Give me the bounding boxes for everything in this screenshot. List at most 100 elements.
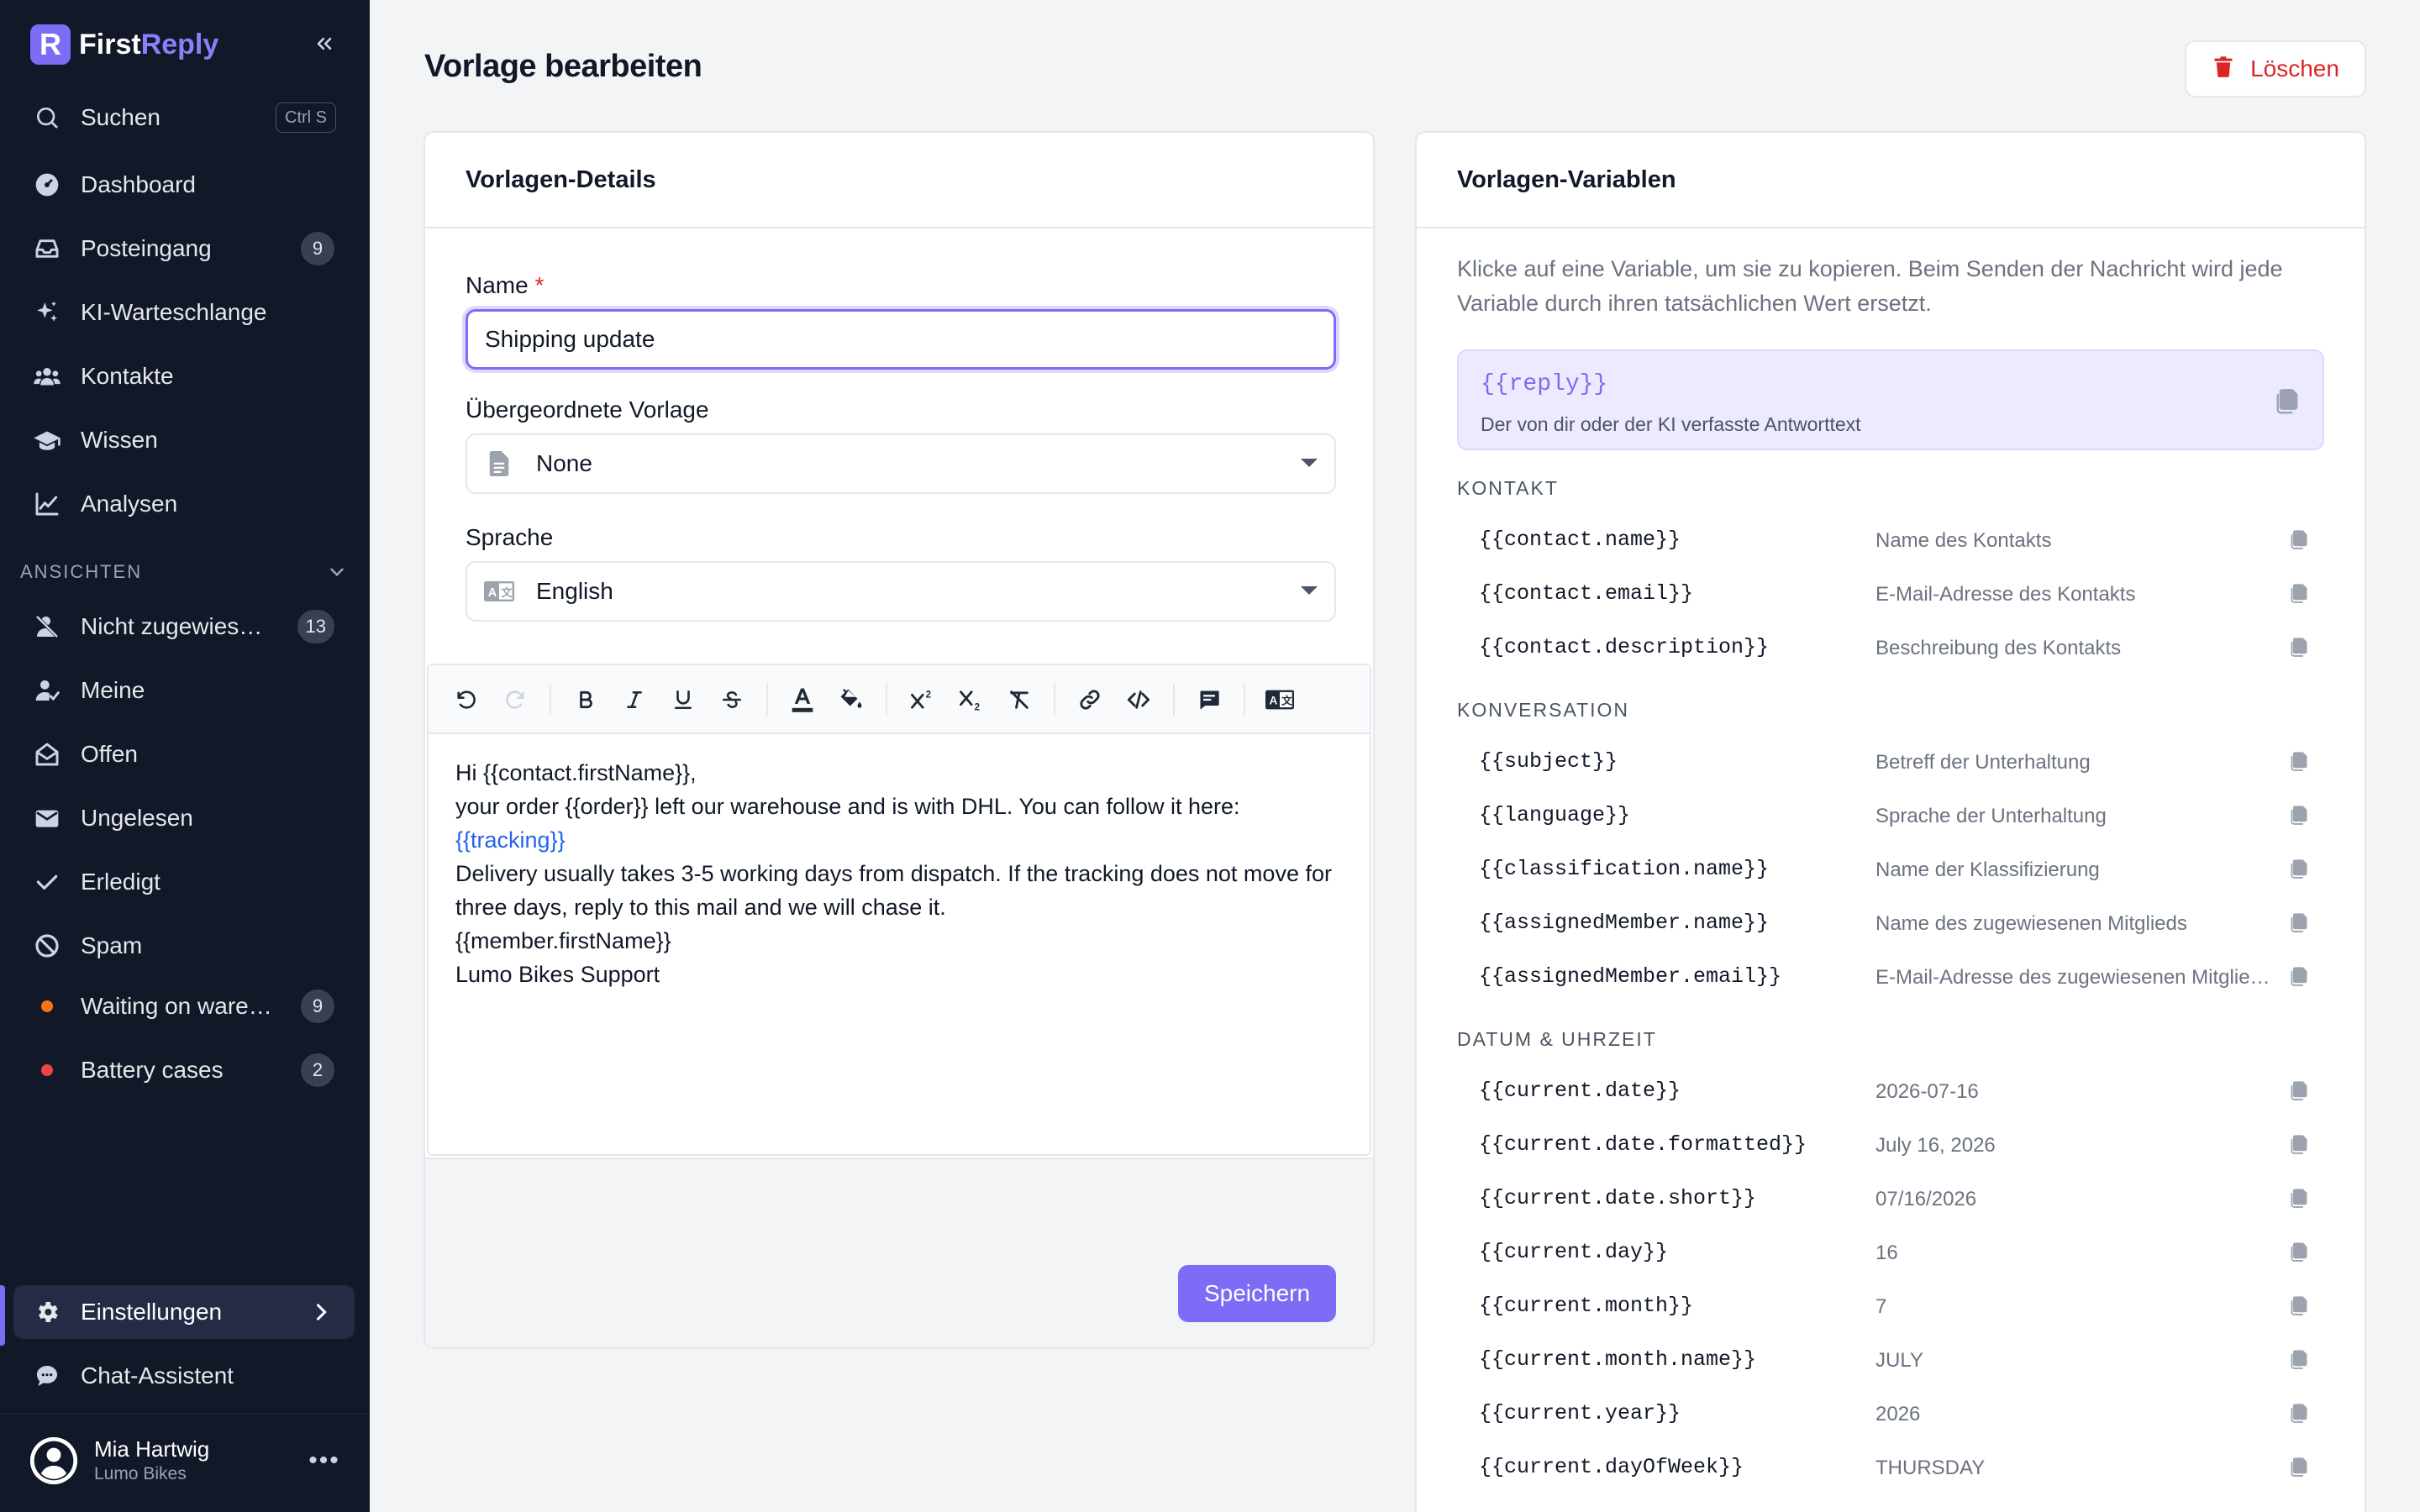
variable-row[interactable]: {{current.month.name}} JULY (1457, 1332, 2328, 1386)
delete-button[interactable]: Löschen (2185, 40, 2366, 97)
reply-variable[interactable]: {{reply}} Der von dir oder der KI verfas… (1457, 349, 2324, 450)
variable-row[interactable]: {{current.month}} 7 (1457, 1278, 2328, 1332)
sidebar-view-spam[interactable]: Spam (13, 919, 355, 973)
knowledge-icon (32, 425, 62, 455)
variable-icon[interactable]: A文 (1262, 682, 1297, 717)
copy-icon[interactable] (2287, 1240, 2311, 1263)
sidebar-view-open[interactable]: Offen (13, 727, 355, 781)
sidebar-item-label: Wissen (81, 427, 158, 453)
subscript-icon[interactable]: 2 (953, 682, 988, 717)
sidebar-view-unassigned[interactable]: Nicht zugewies… 13 (13, 600, 355, 654)
sidebar-item-knowledge[interactable]: Wissen (13, 413, 355, 467)
name-label: Name * (466, 272, 544, 299)
copy-icon[interactable] (2287, 635, 2311, 659)
strikethrough-icon[interactable] (714, 682, 750, 717)
superscript-icon[interactable]: 2 (904, 682, 939, 717)
copy-icon[interactable] (2287, 1347, 2311, 1371)
copy-icon[interactable] (2287, 1455, 2311, 1478)
variable-description: July 16, 2026 (1876, 1134, 1996, 1157)
variable-code: {{current.date.formatted}} (1479, 1132, 1807, 1157)
sidebar-view-unread[interactable]: Ungelesen (13, 791, 355, 845)
variable-row[interactable]: {{current.date.short}} 07/16/2026 (1457, 1171, 2328, 1225)
template-body-editor[interactable]: 2 2 A文 Hi {{contact.firstName}}, your or… (427, 664, 1371, 1156)
copy-icon[interactable] (2287, 749, 2311, 773)
copy-icon[interactable] (2287, 964, 2311, 988)
collapse-sidebar-button[interactable] (306, 25, 343, 62)
inbox-count-badge: 9 (301, 232, 334, 265)
comment-icon[interactable] (1192, 682, 1227, 717)
undo-icon[interactable] (449, 682, 484, 717)
sidebar-item-label: Kontakte (81, 363, 174, 389)
variable-row[interactable]: {{assignedMember.name}} Name des zugewies… (1457, 895, 2328, 949)
mine-icon (32, 675, 62, 706)
variable-description: 16 (1876, 1242, 1898, 1264)
save-button[interactable]: Speichern (1178, 1265, 1336, 1322)
body-line: {{member.firstName}} (455, 928, 671, 953)
bold-icon[interactable] (568, 682, 603, 717)
code-icon[interactable] (1121, 682, 1156, 717)
italic-icon[interactable] (617, 682, 652, 717)
app-logo[interactable]: R FirstReply (30, 24, 218, 66)
copy-icon[interactable] (2287, 1401, 2311, 1425)
avatar (30, 1436, 77, 1484)
variable-row[interactable]: {{assignedMember.email}} E-Mail-Adresse d… (1457, 949, 2328, 1003)
variable-row[interactable]: {{classification.name}} Name der Klassifi… (1457, 842, 2328, 895)
sidebar-item-label: Spam (81, 932, 143, 958)
sidebar-view-waiting-on-warehouse[interactable]: Waiting on ware… 9 (13, 979, 355, 1033)
variable-row[interactable]: {{contact.description}} Beschreibung des … (1457, 620, 2328, 674)
search-shortcut: Ctrl S (276, 102, 336, 133)
variable-code: {{subject}} (1479, 749, 1618, 774)
redo-icon[interactable] (497, 682, 533, 717)
variable-code: {{current.year}} (1479, 1401, 1681, 1425)
sidebar-item-inbox[interactable]: Posteingang 9 (13, 222, 355, 276)
tracking-link[interactable]: {{tracking}} (455, 823, 1346, 857)
copy-icon[interactable] (2287, 581, 2311, 605)
variable-row[interactable]: {{current.dayOfWeek}} THURSDAY (1457, 1440, 2328, 1494)
variable-row[interactable]: {{subject}} Betreff der Unterhaltung (1457, 734, 2328, 788)
clear-format-icon[interactable] (1002, 682, 1037, 717)
copy-icon[interactable] (2287, 1294, 2311, 1317)
sidebar-item-dashboard[interactable]: Dashboard (13, 158, 355, 212)
highlight-icon[interactable] (834, 682, 869, 717)
variable-row[interactable]: {{contact.email}} E-Mail-Adresse des Kont… (1457, 566, 2328, 620)
parent-template-select[interactable]: None (466, 433, 1336, 494)
sidebar-item-chat-assistant[interactable]: Chat-Assistent (13, 1349, 355, 1403)
sidebar-item-ai-queue[interactable]: KI-Warteschlange (13, 286, 355, 339)
more-icon[interactable]: ••• (306, 1446, 343, 1474)
editor-content[interactable]: Hi {{contact.firstName}}, your order {{o… (455, 756, 1346, 991)
variable-row[interactable]: {{contact.name}} Name des Kontakts (1457, 512, 2328, 566)
sidebar-item-analytics[interactable]: Analysen (13, 477, 355, 531)
copy-icon[interactable] (2287, 528, 2311, 551)
underline-icon[interactable] (666, 682, 701, 717)
sidebar-view-battery-cases[interactable]: Battery cases 2 (13, 1043, 355, 1097)
copy-icon[interactable] (2274, 386, 2301, 419)
sidebar-item-contacts[interactable]: Kontakte (13, 349, 355, 403)
sidebar-view-mine[interactable]: Meine (13, 664, 355, 717)
text-color-icon[interactable] (785, 682, 820, 717)
user-profile[interactable]: Mia Hartwig Lumo Bikes (30, 1436, 209, 1484)
language-select[interactable]: A文 English (466, 561, 1336, 622)
variable-row[interactable]: {{current.year}} 2026 (1457, 1386, 2328, 1440)
variable-code: {{language}} (1479, 803, 1631, 827)
link-icon[interactable] (1072, 682, 1107, 717)
copy-icon[interactable] (2287, 857, 2311, 880)
svg-text:2: 2 (975, 703, 980, 711)
variable-row[interactable]: {{current.date}} 2026-07-16 (1457, 1063, 2328, 1117)
copy-icon[interactable] (2287, 1079, 2311, 1102)
chevron-right-icon (309, 1300, 333, 1328)
variable-row[interactable]: {{language}} Sprache der Unterhaltung (1457, 788, 2328, 842)
copy-icon[interactable] (2287, 1132, 2311, 1156)
variable-row[interactable]: {{current.day}} 16 (1457, 1225, 2328, 1278)
variable-code: {{current.date}} (1479, 1079, 1681, 1103)
sidebar-item-settings[interactable]: Einstellungen (13, 1285, 355, 1339)
sidebar-search[interactable]: Suchen Ctrl S (13, 91, 355, 144)
body-line: Delivery usually takes 3-5 working days … (455, 861, 1332, 920)
chevron-down-icon[interactable] (326, 561, 348, 587)
sidebar-view-done[interactable]: Erledigt (13, 855, 355, 909)
copy-icon[interactable] (2287, 911, 2311, 934)
body-line: Lumo Bikes Support (455, 962, 660, 987)
copy-icon[interactable] (2287, 803, 2311, 827)
name-input[interactable] (466, 309, 1336, 370)
copy-icon[interactable] (2287, 1186, 2311, 1210)
variable-row[interactable]: {{current.date.formatted}} July 16, 2026 (1457, 1117, 2328, 1171)
